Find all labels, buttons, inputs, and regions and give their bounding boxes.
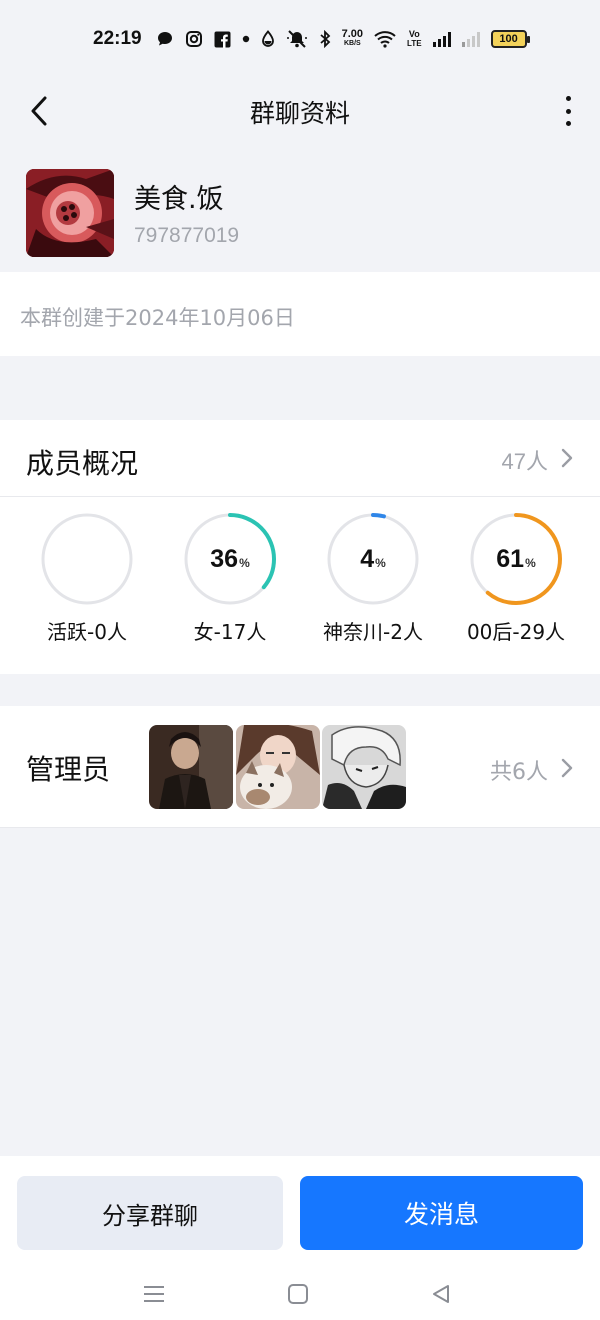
- chat-bubble-icon: [156, 29, 174, 49]
- send-message-button[interactable]: 发消息: [300, 1176, 583, 1250]
- female-percent: 36: [210, 544, 239, 573]
- volte-top: Vo: [408, 29, 420, 39]
- active-label: 活跃-0人: [47, 620, 127, 644]
- admin-avatar-art: [322, 725, 406, 809]
- active-ring-value: [40, 512, 134, 606]
- battery-level: 100: [499, 33, 518, 45]
- network-speed-unit: KB/S: [343, 40, 361, 47]
- dot-icon: [242, 29, 250, 49]
- home-square-icon: [288, 1284, 308, 1304]
- signal-strength-icon: [432, 31, 451, 47]
- network-speed: 7.00 KB/S: [342, 29, 363, 49]
- admin-avatar[interactable]: [322, 725, 406, 809]
- group-created-info: 本群创建于2024年10月06日: [0, 272, 600, 356]
- female-ring-value: 36%: [183, 512, 277, 606]
- home-nav-button[interactable]: [283, 1282, 313, 1306]
- back-triangle-icon: [433, 1285, 449, 1303]
- more-options-button[interactable]: [558, 94, 578, 128]
- admin-avatar-art: [149, 725, 233, 809]
- more-dot-icon: [565, 96, 571, 101]
- network-speed-value: 7.00: [341, 28, 364, 40]
- admin-avatar[interactable]: [236, 725, 320, 809]
- chevron-right-icon: [556, 446, 578, 470]
- group-info[interactable]: 美食.饭 797877019: [0, 150, 600, 271]
- signal-strength-secondary-icon: [461, 31, 480, 47]
- chevron-right-icon: [556, 756, 578, 780]
- status-time: 22:19: [93, 28, 142, 49]
- bottom-action-bar: 分享群聊 发消息: [0, 1156, 600, 1266]
- age-percent-symbol: %: [525, 555, 536, 570]
- mute-bell-icon: [286, 29, 308, 49]
- group-avatar[interactable]: [26, 169, 114, 257]
- admin-avatar[interactable]: [149, 725, 233, 809]
- stat-active[interactable]: 活跃-0人: [26, 512, 146, 652]
- group-avatar-art: [26, 169, 114, 257]
- status-bar: 22:19 7.00 KB/S Vo LTE 100: [0, 0, 600, 76]
- admins-section[interactable]: 管理员 共6人: [0, 706, 600, 828]
- battery-icon: 100: [490, 30, 530, 48]
- age-percent: 61: [496, 544, 525, 573]
- region-percent: 4: [360, 544, 375, 573]
- age-ring-value: 61%: [469, 512, 563, 606]
- stat-female[interactable]: 36% 女-17人: [169, 512, 289, 652]
- admins-title: 管理员: [26, 753, 111, 786]
- region-percent-symbol: %: [375, 555, 386, 570]
- facebook-icon: [214, 29, 231, 49]
- stat-age[interactable]: 61% 00后-29人: [455, 512, 575, 652]
- page-title: 群聊资料: [249, 99, 350, 128]
- water-drop-icon: [261, 29, 275, 49]
- age-label: 00后-29人: [466, 620, 566, 644]
- back-nav-button[interactable]: [426, 1282, 456, 1306]
- more-dot-icon: [565, 108, 571, 114]
- bluetooth-icon: [319, 29, 331, 49]
- region-label: 神奈川-2人: [323, 620, 423, 644]
- members-overview-title: 成员概况: [26, 447, 139, 480]
- instagram-icon: [185, 29, 203, 49]
- group-id: 797877019: [134, 224, 240, 247]
- group-name: 美食.饭: [134, 184, 224, 215]
- menu-icon: [144, 1286, 164, 1302]
- members-overview-header[interactable]: 成员概况 47人: [0, 420, 600, 497]
- region-ring-value: 4%: [326, 512, 420, 606]
- share-group-button[interactable]: 分享群聊: [17, 1176, 283, 1250]
- female-percent-symbol: %: [239, 555, 250, 570]
- system-nav-bar: [0, 1266, 600, 1320]
- volte-bottom: LTE: [407, 39, 422, 48]
- stat-region[interactable]: 4% 神奈川-2人: [312, 512, 432, 652]
- admin-avatar-art: [236, 725, 320, 809]
- female-label: 女-17人: [193, 620, 267, 644]
- volte-indicator: Vo LTE: [407, 29, 422, 49]
- menu-nav-button[interactable]: [139, 1282, 169, 1306]
- app-header: 群聊资料: [0, 76, 600, 146]
- admins-count: 共6人: [490, 760, 548, 785]
- members-count: 47人: [501, 449, 548, 474]
- more-dot-icon: [565, 121, 571, 126]
- members-overview: 成员概况 47人 活跃-0人 36% 女-17人 4% 神奈川-2人 61% 0…: [0, 420, 600, 674]
- wifi-icon: [374, 29, 396, 49]
- group-created-date: 本群创建于2024年10月06日: [20, 306, 295, 330]
